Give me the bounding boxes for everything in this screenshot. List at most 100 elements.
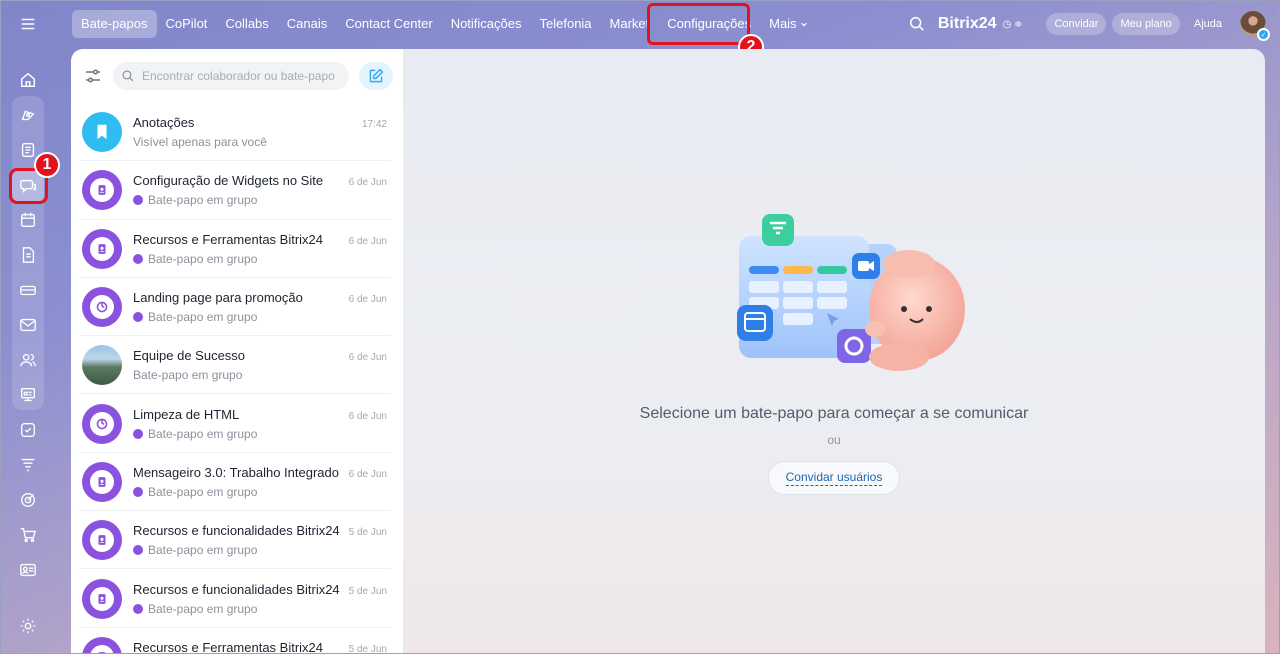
funnel-icon[interactable] bbox=[12, 449, 44, 481]
chat-list-item[interactable]: Equipe de Sucesso 6 de Jun Bate-papo em gr… bbox=[71, 336, 403, 395]
tab-notifications[interactable]: Notificações bbox=[442, 10, 531, 38]
id-card-icon[interactable] bbox=[12, 554, 44, 586]
chat-title: Anotações bbox=[133, 115, 195, 131]
group-chat-avatar bbox=[82, 578, 122, 619]
document-icon[interactable] bbox=[12, 239, 44, 271]
chat-body: Recursos e Ferramentas Bitrix24 6 de Jun B… bbox=[133, 232, 387, 266]
empty-state-title: Selecione um bate-papo para começar a se… bbox=[639, 405, 1029, 422]
chat-subtitle: Bate-papo em grupo bbox=[133, 543, 387, 557]
mail-icon[interactable] bbox=[12, 309, 44, 341]
clock-settings-icon[interactable]: ◷ ≑ bbox=[1003, 19, 1023, 30]
chat-top: Configuração de Widgets no Site 6 de Jun bbox=[133, 173, 387, 188]
chat-list: Anotações 17:42 Visível apenas para você Co… bbox=[71, 103, 403, 654]
filter-sliders-icon[interactable] bbox=[83, 66, 103, 86]
group-chat-icon bbox=[90, 236, 114, 261]
new-chat-button[interactable] bbox=[359, 62, 393, 90]
cart-icon[interactable] bbox=[12, 519, 44, 551]
search-icon[interactable] bbox=[908, 15, 926, 33]
bitrix24-logo[interactable]: Bitrix24 bbox=[938, 15, 997, 33]
search-input[interactable] bbox=[142, 69, 341, 83]
chat-subtitle-text: Bate-papo em grupo bbox=[148, 426, 258, 441]
chat-subtitle: Bate-papo em grupo bbox=[133, 602, 387, 616]
group-dot-icon bbox=[133, 486, 143, 497]
chat-title: Configuração de Widgets no Site bbox=[133, 173, 324, 189]
group-chat-icon bbox=[90, 528, 114, 553]
invite-users-button[interactable]: Convidar usuários bbox=[767, 461, 901, 495]
chat-subtitle-text: Bate-papo em grupo bbox=[148, 543, 258, 558]
chat-subtitle-text: Bate-papo em grupo bbox=[148, 251, 258, 266]
tab-more-label: Mais bbox=[769, 16, 797, 31]
chat-date: 6 de Jun bbox=[348, 177, 387, 189]
chat-illustration bbox=[699, 209, 969, 384]
home-icon[interactable] bbox=[12, 64, 44, 96]
compose-icon bbox=[369, 68, 384, 83]
marker-1: 1 bbox=[34, 152, 60, 178]
chevron-down-icon bbox=[800, 22, 807, 27]
chat-top: Mensageiro 3.0: Trabalho Integrado 6 de J… bbox=[133, 465, 387, 480]
group-chat-avatar bbox=[82, 287, 122, 328]
chat-date: 17:42 bbox=[361, 119, 387, 131]
tab-contact-center[interactable]: Contact Center bbox=[336, 10, 441, 38]
chat-title: Recursos e Ferramentas Bitrix24 bbox=[133, 231, 324, 247]
chat-body: Equipe de Sucesso 6 de Jun Bate-papo em gr… bbox=[133, 348, 387, 382]
group-dot-icon bbox=[133, 195, 143, 206]
chat-list-item[interactable]: Limpeza de HTML 6 de Jun Bate-papo em grup… bbox=[71, 394, 403, 454]
chat-date: 5 de Jun bbox=[348, 643, 387, 654]
target-icon[interactable] bbox=[12, 484, 44, 516]
top-right-bar: Bitrix24 ◷ ≑ Convidar Meu plano Ajuda ✓ bbox=[908, 9, 1270, 41]
chat-top: Recursos e funcionalidades Bitrix24 5 de … bbox=[133, 523, 387, 538]
chat-body: Configuração de Widgets no Site 6 de Jun B… bbox=[133, 173, 387, 207]
chat-subtitle-text: Visível apenas para você bbox=[133, 135, 267, 150]
chat-subtitle-text: Bate-papo em grupo bbox=[148, 601, 258, 616]
chat-list-item[interactable]: Recursos e funcionalidades Bitrix24 5 de … bbox=[71, 569, 403, 628]
chat-body: Mensageiro 3.0: Trabalho Integrado 6 de J… bbox=[133, 465, 387, 499]
menu-icon[interactable] bbox=[12, 8, 44, 40]
tab-telephony[interactable]: Telefonia bbox=[531, 10, 601, 38]
tab-channels[interactable]: Canais bbox=[278, 10, 336, 38]
main-content: Selecione um bate-papo para começar a se… bbox=[403, 49, 1265, 654]
invite-button[interactable]: Convidar bbox=[1046, 13, 1107, 35]
tab-copilot[interactable]: CoPilot bbox=[157, 10, 217, 38]
chat-title: Limpeza de HTML bbox=[133, 406, 240, 422]
chat-date: 6 de Jun bbox=[348, 294, 387, 306]
chat-list-item[interactable]: Recursos e Ferramentas Bitrix245 de JunB… bbox=[71, 628, 403, 654]
feed-icon[interactable] bbox=[12, 99, 44, 131]
chat-top: Anotações 17:42 bbox=[133, 115, 387, 130]
chat-date: 6 de Jun bbox=[348, 468, 387, 480]
chat-list-item[interactable]: Landing page para promoção 6 de Jun Bate-p… bbox=[71, 278, 403, 337]
group-dot-icon bbox=[133, 253, 143, 264]
contacts-icon[interactable] bbox=[12, 344, 44, 376]
chat-title: Recursos e funcionalidades Bitrix24 bbox=[133, 581, 340, 597]
chat-list-item[interactable]: Recursos e funcionalidades Bitrix24 5 de … bbox=[71, 511, 403, 570]
chat-top: Landing page para promoção 6 de Jun bbox=[133, 290, 387, 305]
chat-list-item[interactable]: Configuração de Widgets no Site 6 de Jun B… bbox=[71, 161, 403, 220]
tab-collabs[interactable]: Collabs bbox=[216, 10, 277, 38]
circle-chat-icon bbox=[90, 411, 114, 436]
invite-users-label: Convidar usuários bbox=[785, 470, 883, 486]
chat-subtitle: Visível apenas para você bbox=[133, 135, 387, 149]
workgroups-icon[interactable] bbox=[12, 379, 44, 411]
chat-top: Recursos e Ferramentas Bitrix24 6 de Jun bbox=[133, 232, 387, 247]
chat-list-item[interactable]: Anotações 17:42 Visível apenas para você bbox=[71, 103, 403, 162]
group-chat-avatar bbox=[82, 520, 122, 561]
chat-top: Equipe de Sucesso 6 de Jun bbox=[133, 348, 387, 363]
drive-icon[interactable] bbox=[12, 274, 44, 306]
group-chat-icon bbox=[90, 469, 114, 494]
chat-list-item[interactable]: Mensageiro 3.0: Trabalho Integrado 6 de J… bbox=[71, 453, 403, 512]
calendar-icon[interactable] bbox=[12, 204, 44, 236]
group-chat-icon bbox=[90, 586, 114, 611]
circle-chat-icon bbox=[90, 295, 114, 320]
highlight-box-settings bbox=[647, 3, 750, 45]
my-plan-button[interactable]: Meu plano bbox=[1112, 13, 1180, 35]
chat-list-item[interactable]: Recursos e Ferramentas Bitrix24 6 de Jun B… bbox=[71, 220, 403, 279]
settings-gear-icon[interactable] bbox=[12, 610, 44, 642]
user-avatar[interactable]: ✓ bbox=[1240, 11, 1270, 41]
tab-chats[interactable]: Bate-papos bbox=[72, 10, 157, 38]
checkbox-task-icon[interactable] bbox=[12, 414, 44, 446]
chat-top: Recursos e Ferramentas Bitrix24 5 de Jun bbox=[133, 640, 387, 654]
help-button[interactable]: Ajuda bbox=[1186, 13, 1230, 35]
tab-more[interactable]: Mais bbox=[760, 10, 816, 38]
search-icon bbox=[122, 70, 134, 82]
group-chat-avatar bbox=[82, 636, 122, 654]
chat-title: Equipe de Sucesso bbox=[133, 348, 246, 364]
